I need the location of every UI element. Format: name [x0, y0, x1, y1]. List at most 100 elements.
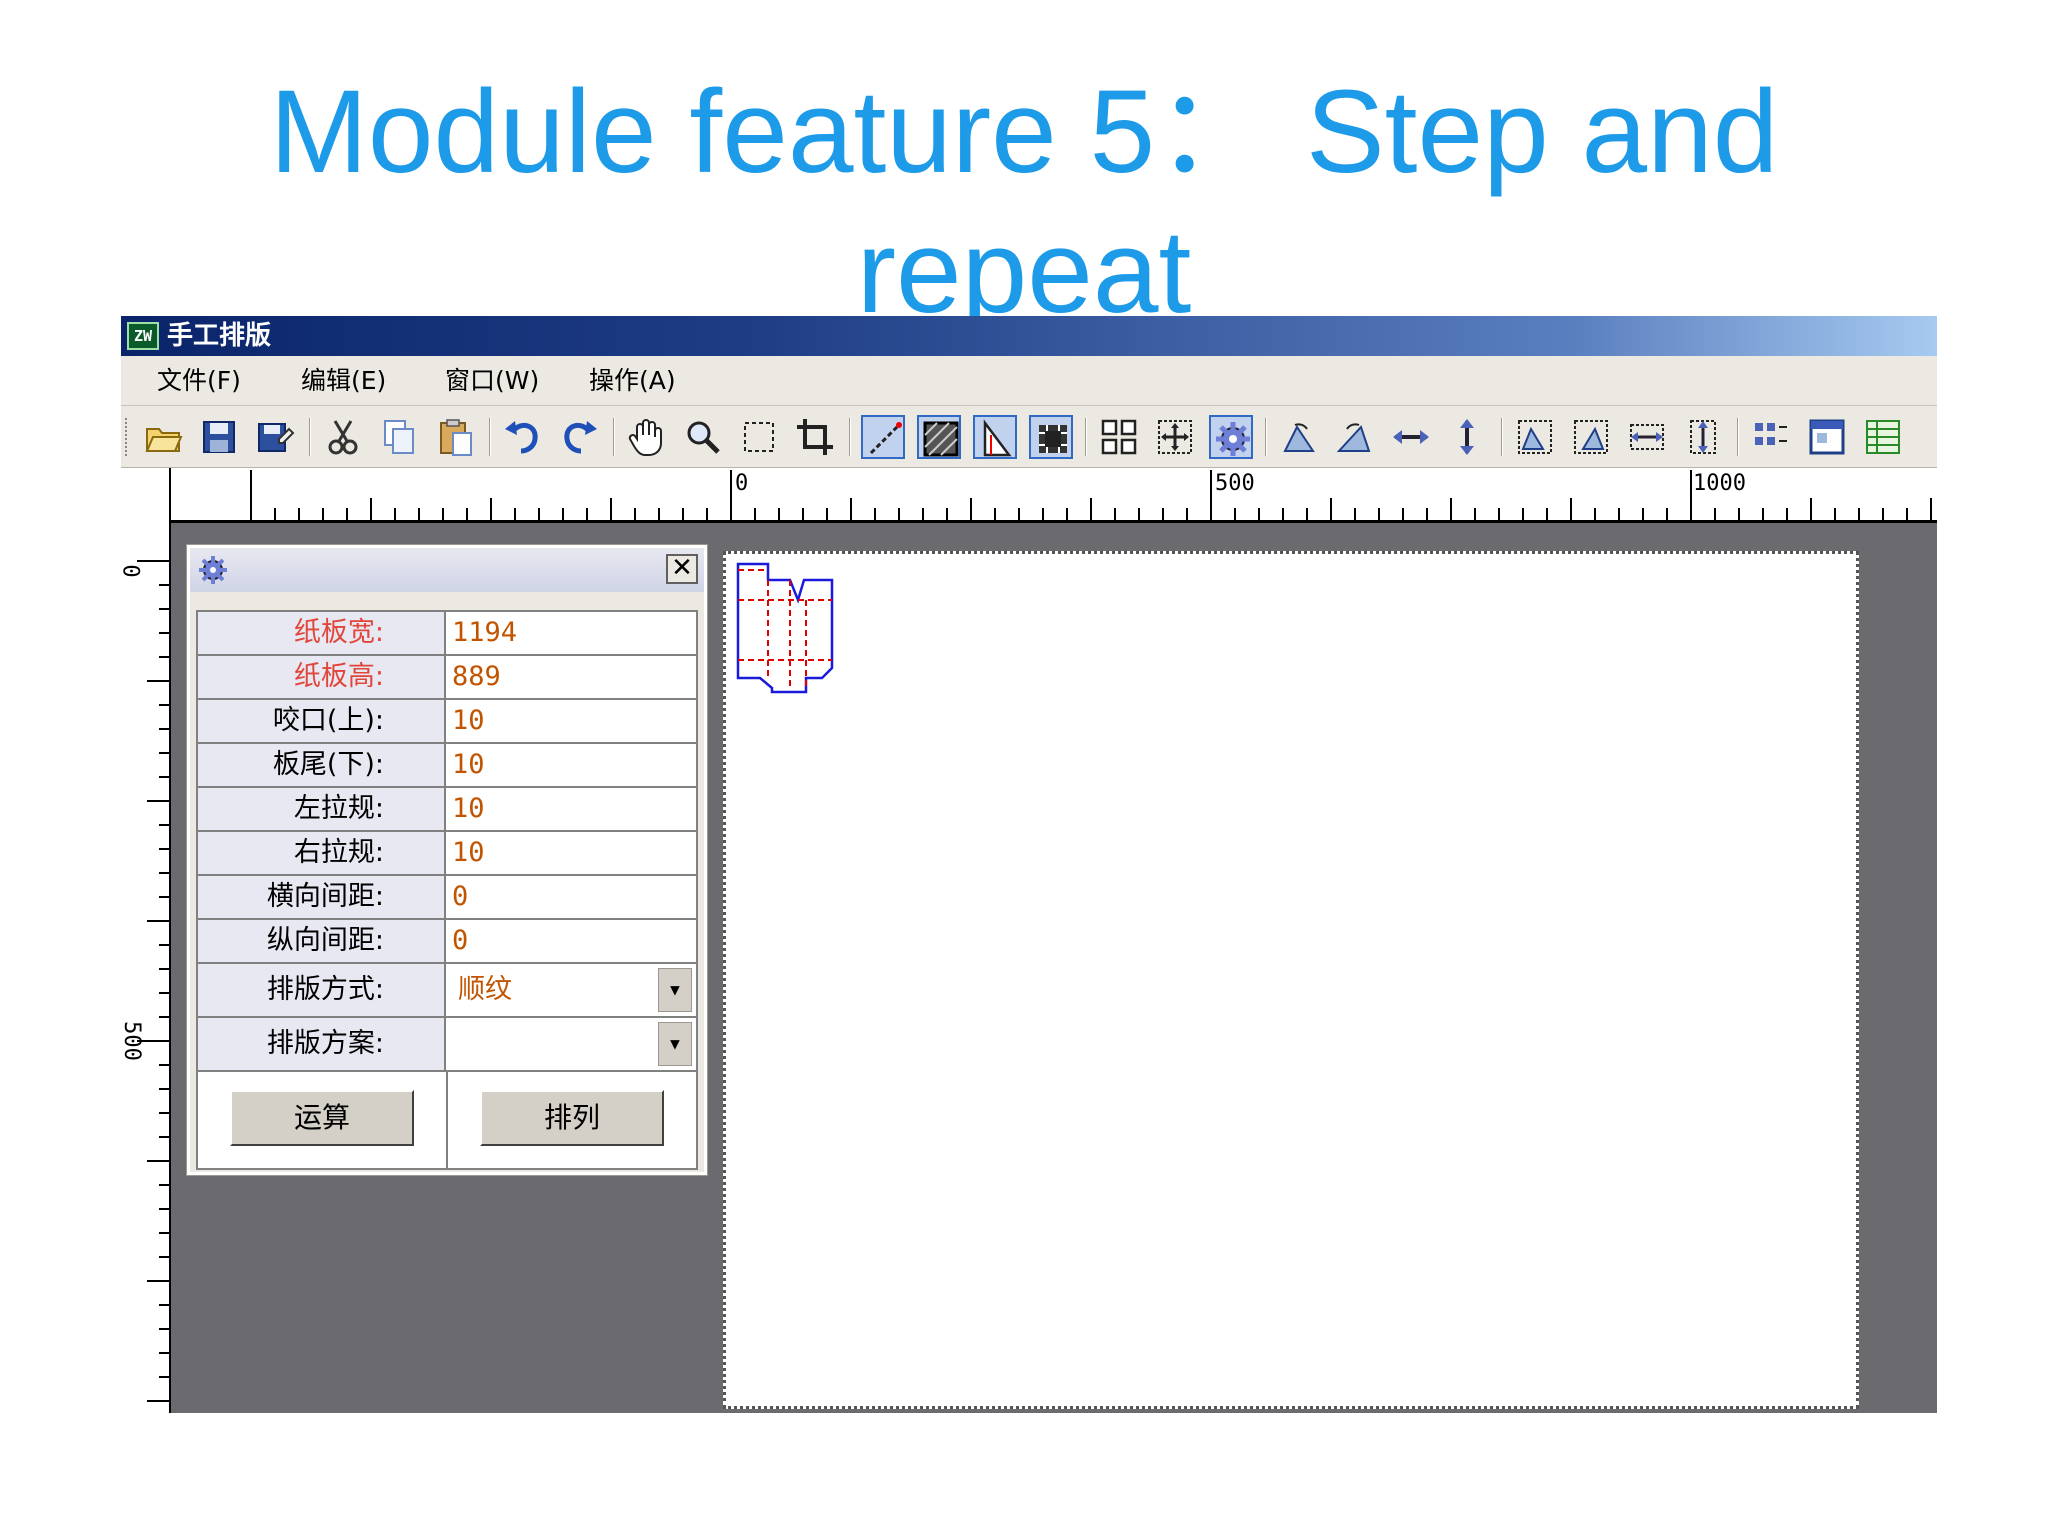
param-row-v-spacing: 纵向间距: 0: [198, 920, 696, 964]
toolbar-separator: [849, 418, 851, 456]
gripper-top-field[interactable]: 10: [448, 700, 696, 742]
line-tool-icon[interactable]: [861, 415, 905, 459]
arrange-button[interactable]: 排列: [480, 1090, 664, 1146]
slide-title-line-1: Module feature 5： Step and: [269, 66, 1779, 198]
zoom-icon[interactable]: [681, 415, 725, 459]
toolbar-separator: [309, 418, 311, 456]
param-label: 右拉规:: [198, 832, 446, 874]
param-label: 横向间距:: [198, 876, 446, 918]
param-label: 板尾(下):: [198, 744, 446, 786]
ruler-horizontal[interactable]: 0 500 1000: [171, 468, 1937, 523]
toolbar-grip[interactable]: [125, 418, 128, 456]
menu-operation[interactable]: 操作(A): [589, 365, 676, 397]
param-row-h-spacing: 横向间距: 0: [198, 876, 696, 920]
open-folder-icon[interactable]: [141, 415, 185, 459]
board-sheet[interactable]: [723, 551, 1859, 1409]
param-label: 咬口(上):: [198, 700, 446, 742]
chevron-down-icon[interactable]: ▼: [658, 968, 692, 1012]
menu-window[interactable]: 窗口(W): [445, 365, 539, 397]
ruler-corner: [121, 468, 171, 523]
fit-view-icon[interactable]: [1153, 415, 1197, 459]
window-titlebar[interactable]: ZW 手工排版: [121, 316, 1937, 356]
slide-title: Module feature 5： Step and repeat: [0, 62, 2048, 342]
copy-icon[interactable]: [377, 415, 421, 459]
menu-file[interactable]: 文件(F): [157, 365, 241, 397]
align-left-icon[interactable]: [1513, 415, 1557, 459]
rotate-left-icon[interactable]: [1277, 415, 1321, 459]
grid-pattern-icon[interactable]: [1029, 415, 1073, 459]
undo-icon[interactable]: [501, 415, 545, 459]
ruler-vertical[interactable]: 0 500: [121, 523, 171, 1413]
array-icon[interactable]: [1749, 415, 1793, 459]
crop-icon[interactable]: [793, 415, 837, 459]
vertical-spacing-field[interactable]: 0: [448, 920, 696, 962]
param-label: 纵向间距:: [198, 920, 446, 962]
param-row-layout-plan: 排版方案: ▼: [198, 1018, 696, 1072]
param-row-gripper: 咬口(上): 10: [198, 700, 696, 744]
param-row-left-guide: 左拉规: 10: [198, 788, 696, 832]
menu-bar: 文件(F) 编辑(E) 窗口(W) 操作(A): [121, 356, 1937, 406]
cut-icon[interactable]: [321, 415, 365, 459]
left-guide-field[interactable]: 10: [448, 788, 696, 830]
redo-icon[interactable]: [557, 415, 601, 459]
window-icon[interactable]: [1805, 415, 1849, 459]
trapezoid-icon[interactable]: [973, 415, 1017, 459]
board-width-field[interactable]: 1194: [448, 612, 696, 654]
toolbar-separator: [1265, 418, 1267, 456]
toolbar: [121, 406, 1937, 468]
settings-gear-icon: [194, 552, 232, 588]
param-label: 左拉规:: [198, 788, 446, 830]
menu-edit[interactable]: 编辑(E): [301, 365, 386, 397]
save-icon[interactable]: [197, 415, 241, 459]
button-row-divider: [446, 1072, 448, 1168]
app-window: ZW 手工排版 文件(F) 编辑(E) 窗口(W) 操作(A) 0 500 10…: [121, 316, 1937, 1413]
horizontal-spacing-field[interactable]: 0: [448, 876, 696, 918]
ruler-vertical-ticks: [137, 560, 171, 1402]
param-label: 纸板宽:: [198, 612, 446, 654]
param-label: 排版方式:: [198, 964, 446, 1016]
chevron-down-icon[interactable]: ▼: [658, 1022, 692, 1066]
toolbar-separator: [489, 418, 491, 456]
paste-icon[interactable]: [433, 415, 477, 459]
tail-bottom-field[interactable]: 10: [448, 744, 696, 786]
close-icon[interactable]: ✕: [666, 554, 698, 584]
select-rect-icon[interactable]: [737, 415, 781, 459]
ruler-label-0: 0: [735, 471, 749, 496]
board-height-field[interactable]: 889: [448, 656, 696, 698]
ruler-label-500: 500: [1215, 471, 1255, 496]
box-dieline[interactable]: [732, 556, 872, 706]
toolbar-separator: [1085, 418, 1087, 456]
layout-mode-select[interactable]: 顺纹 ▼: [448, 964, 696, 1016]
param-row-layout-mode: 排版方式: 顺纹 ▼: [198, 964, 696, 1018]
settings-gear-icon[interactable]: [1209, 415, 1253, 459]
calculate-button[interactable]: 运算: [230, 1090, 414, 1146]
app-logo-icon: ZW: [127, 322, 159, 350]
hatch-fill-icon[interactable]: [917, 415, 961, 459]
layout-plan-select[interactable]: ▼: [448, 1018, 696, 1070]
canvas-workspace[interactable]: ✕ 纸板宽: 1194 纸板高: 889 咬口(上): 10 板尾(下): 10: [171, 523, 1937, 1413]
table-icon[interactable]: [1861, 415, 1905, 459]
ruler-label-1000: 1000: [1693, 471, 1746, 496]
distribute-h-icon[interactable]: [1625, 415, 1669, 459]
panel-header[interactable]: ✕: [190, 548, 704, 592]
flip-vertical-icon[interactable]: [1445, 415, 1489, 459]
param-label: 排版方案:: [198, 1018, 446, 1070]
ruler-label-v0: 0: [121, 564, 143, 577]
save-as-icon[interactable]: [253, 415, 297, 459]
flip-horizontal-icon[interactable]: [1389, 415, 1433, 459]
distribute-v-icon[interactable]: [1681, 415, 1725, 459]
tile-layout-icon[interactable]: [1097, 415, 1141, 459]
window-title: 手工排版: [167, 321, 272, 351]
rotate-right-icon[interactable]: [1333, 415, 1377, 459]
align-right-icon[interactable]: [1569, 415, 1613, 459]
param-row-tail: 板尾(下): 10: [198, 744, 696, 788]
layout-mode-value: 顺纹: [458, 974, 512, 1005]
hand-pan-icon[interactable]: [625, 415, 669, 459]
step-repeat-panel: ✕ 纸板宽: 1194 纸板高: 889 咬口(上): 10 板尾(下): 10: [186, 544, 708, 1176]
param-label: 纸板高:: [198, 656, 446, 698]
param-row-board-width: 纸板宽: 1194: [198, 612, 696, 656]
toolbar-separator: [613, 418, 615, 456]
right-guide-field[interactable]: 10: [448, 832, 696, 874]
parameter-table: 纸板宽: 1194 纸板高: 889 咬口(上): 10 板尾(下): 10 左…: [196, 610, 698, 1170]
ruler-horizontal-ticks: [250, 470, 1932, 520]
